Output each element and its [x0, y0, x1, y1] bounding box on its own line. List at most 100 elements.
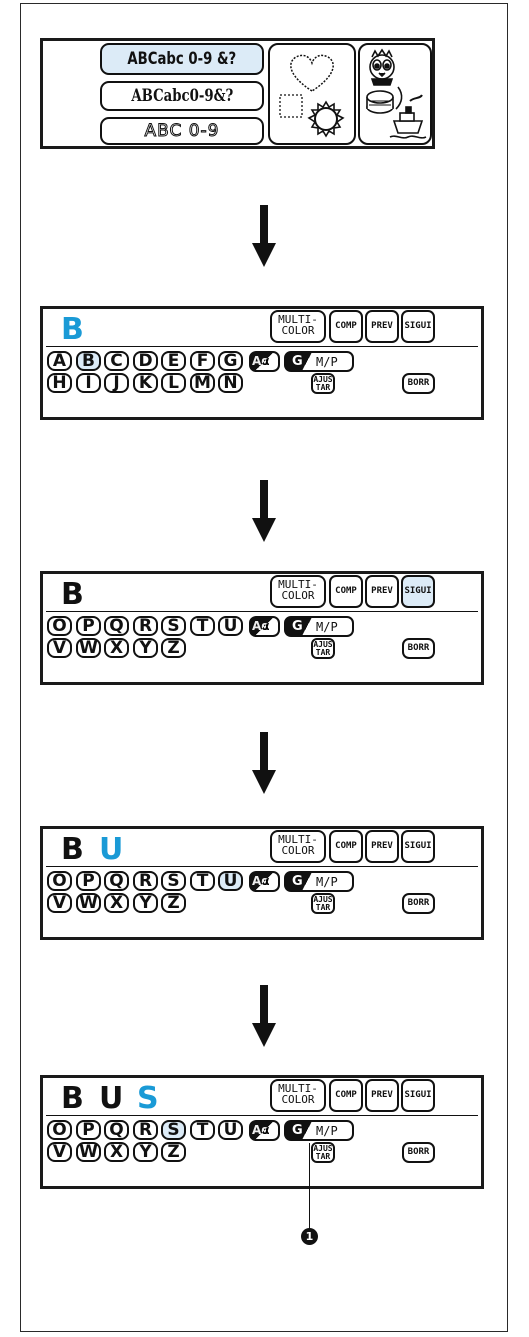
letter-key-s[interactable]: S	[161, 1120, 186, 1140]
letter-key-v[interactable]: V	[47, 893, 72, 913]
letter-key-r[interactable]: R	[133, 1120, 158, 1140]
letter-key-w[interactable]: W	[76, 1142, 101, 1162]
multicolor-button[interactable]: MULTI- COLOR	[270, 1079, 326, 1112]
size-toggle-button[interactable]: G M/P	[284, 351, 354, 372]
font-option-3[interactable]: ABC 0-9	[100, 117, 264, 145]
letter-key-e[interactable]: E	[161, 351, 186, 371]
letter-key-o[interactable]: O	[47, 1120, 72, 1140]
letter-key-k[interactable]: K	[133, 373, 158, 393]
key-row: VWXYZ	[47, 638, 257, 659]
callout-number: 1	[305, 1230, 314, 1243]
comp-button[interactable]: COMP	[329, 1079, 363, 1112]
multicolor-label-line2: COLOR	[281, 844, 315, 857]
letter-key-u[interactable]: U	[218, 871, 243, 891]
letter-key-x[interactable]: X	[104, 638, 129, 658]
letter-key-g[interactable]: G	[218, 351, 243, 371]
letter-key-y[interactable]: Y	[133, 638, 158, 658]
prev-button[interactable]: PREV	[365, 310, 399, 343]
letter-key-h[interactable]: H	[47, 373, 72, 393]
size-toggle-button[interactable]: G M/P	[284, 871, 354, 892]
size-large-label: G	[292, 354, 303, 369]
letter-key-y[interactable]: Y	[133, 1142, 158, 1162]
letter-key-f[interactable]: F	[190, 351, 215, 371]
case-toggle-label: Aα	[252, 874, 270, 888]
letter-key-a[interactable]: A	[47, 351, 72, 371]
letter-key-p[interactable]: P	[76, 1120, 101, 1140]
case-toggle-button[interactable]: Aα	[249, 871, 280, 892]
letter-key-u[interactable]: U	[218, 1120, 243, 1140]
letter-key-q[interactable]: Q	[104, 1120, 129, 1140]
letter-key-d[interactable]: D	[133, 351, 158, 371]
letter-key-x[interactable]: X	[104, 893, 129, 913]
embroidery-designs-button[interactable]	[358, 43, 432, 145]
letter-key-c[interactable]: C	[104, 351, 129, 371]
case-toggle-button[interactable]: Aα	[249, 351, 280, 372]
letter-key-m[interactable]: M	[190, 373, 215, 393]
case-toggle-button[interactable]: Aα	[249, 1120, 280, 1141]
key-row: OPQRSTU	[47, 1120, 257, 1141]
letter-key-r[interactable]: R	[133, 616, 158, 636]
down-arrow-icon	[252, 205, 276, 267]
letter-key-n[interactable]: N	[218, 373, 243, 393]
case-toggle-button[interactable]: Aα	[249, 616, 280, 637]
delete-button[interactable]: BORR	[402, 638, 435, 659]
multicolor-button[interactable]: MULTI- COLOR	[270, 575, 326, 608]
letter-key-w[interactable]: W	[76, 893, 101, 913]
next-button[interactable]: SIGUI	[401, 575, 435, 608]
delete-button[interactable]: BORR	[402, 893, 435, 914]
prev-button[interactable]: PREV	[365, 830, 399, 863]
letter-key-s[interactable]: S	[161, 871, 186, 891]
letter-key-p[interactable]: P	[76, 616, 101, 636]
comp-button[interactable]: COMP	[329, 830, 363, 863]
delete-button[interactable]: BORR	[402, 373, 435, 394]
letter-key-x[interactable]: X	[104, 1142, 129, 1162]
font-option-1-label: ABCabc 0-9 &?	[127, 49, 237, 69]
letter-key-o[interactable]: O	[47, 616, 72, 636]
prev-button[interactable]: PREV	[365, 575, 399, 608]
letter-key-o[interactable]: O	[47, 871, 72, 891]
letter-key-w[interactable]: W	[76, 638, 101, 658]
adjust-button[interactable]: AJUS TAR	[311, 638, 335, 659]
letter-key-r[interactable]: R	[133, 871, 158, 891]
letter-key-v[interactable]: V	[47, 638, 72, 658]
letter-key-u[interactable]: U	[218, 616, 243, 636]
multicolor-button[interactable]: MULTI- COLOR	[270, 310, 326, 343]
letter-key-q[interactable]: Q	[104, 616, 129, 636]
letter-key-z[interactable]: Z	[161, 893, 186, 913]
size-toggle-button[interactable]: G M/P	[284, 1120, 354, 1141]
down-arrow-icon	[252, 985, 276, 1047]
letter-key-z[interactable]: Z	[161, 1142, 186, 1162]
adjust-button[interactable]: AJUS TAR	[311, 1142, 335, 1163]
adjust-button[interactable]: AJUS TAR	[311, 373, 335, 394]
next-button[interactable]: SIGUI	[401, 310, 435, 343]
prev-button[interactable]: PREV	[365, 1079, 399, 1112]
letter-key-i[interactable]: I	[76, 373, 101, 393]
letter-key-p[interactable]: P	[76, 871, 101, 891]
letter-key-v[interactable]: V	[47, 1142, 72, 1162]
comp-button[interactable]: COMP	[329, 310, 363, 343]
multicolor-button[interactable]: MULTI- COLOR	[270, 830, 326, 863]
frame-patterns-button[interactable]	[268, 43, 356, 145]
letter-key-z[interactable]: Z	[161, 638, 186, 658]
letter-key-b[interactable]: B	[76, 351, 101, 371]
letter-key-t[interactable]: T	[190, 871, 215, 891]
comp-button[interactable]: COMP	[329, 575, 363, 608]
letter-key-q[interactable]: Q	[104, 871, 129, 891]
size-large-label: G	[292, 874, 303, 889]
letter-key-l[interactable]: L	[161, 373, 186, 393]
letter-key-y[interactable]: Y	[133, 893, 158, 913]
separator-line	[46, 346, 478, 347]
delete-button[interactable]: BORR	[402, 1142, 435, 1163]
font-option-2-label: ABCabc0-9&?	[131, 86, 233, 106]
next-button[interactable]: SIGUI	[401, 830, 435, 863]
font-option-1[interactable]: ABCabc 0-9 &?	[100, 43, 264, 75]
next-button[interactable]: SIGUI	[401, 1079, 435, 1112]
adjust-button[interactable]: AJUS TAR	[311, 893, 335, 914]
adjust-label-line2: TAR	[315, 903, 331, 912]
letter-key-t[interactable]: T	[190, 1120, 215, 1140]
letter-key-j[interactable]: J	[104, 373, 129, 393]
letter-key-t[interactable]: T	[190, 616, 215, 636]
font-option-2[interactable]: ABCabc0-9&?	[100, 81, 264, 111]
letter-key-s[interactable]: S	[161, 616, 186, 636]
size-toggle-button[interactable]: G M/P	[284, 616, 354, 637]
